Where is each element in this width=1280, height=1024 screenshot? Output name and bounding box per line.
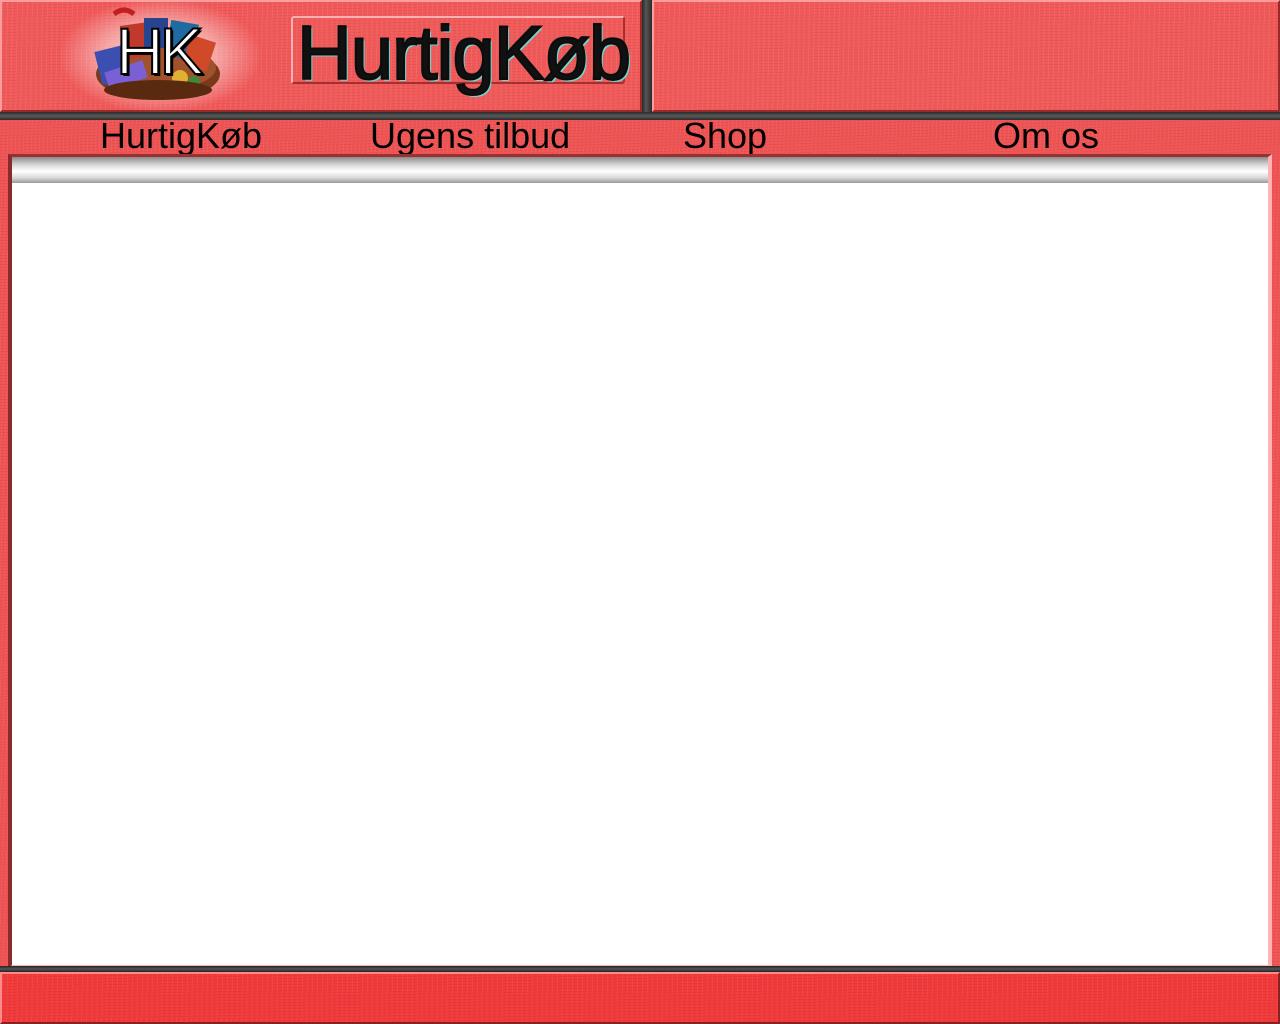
main-content-area xyxy=(12,183,1268,965)
nav-item-hurtigkob[interactable]: HurtigKøb xyxy=(100,118,262,154)
header-divider xyxy=(642,0,652,112)
footer-bar xyxy=(0,972,1280,1024)
content-frame xyxy=(8,154,1272,968)
main-nav: HurtigKøb Ugens tilbud Shop Om os xyxy=(0,118,1280,154)
header-right-panel xyxy=(652,0,1280,112)
content-top-bevel xyxy=(12,157,1268,183)
nav-item-om-os[interactable]: Om os xyxy=(993,118,1099,154)
nav-item-ugens-tilbud[interactable]: Ugens tilbud xyxy=(370,118,570,154)
page-title[interactable]: HurtigKøb xyxy=(296,11,632,97)
logo-text: HK xyxy=(115,13,205,89)
nav-item-shop[interactable]: Shop xyxy=(683,118,767,154)
